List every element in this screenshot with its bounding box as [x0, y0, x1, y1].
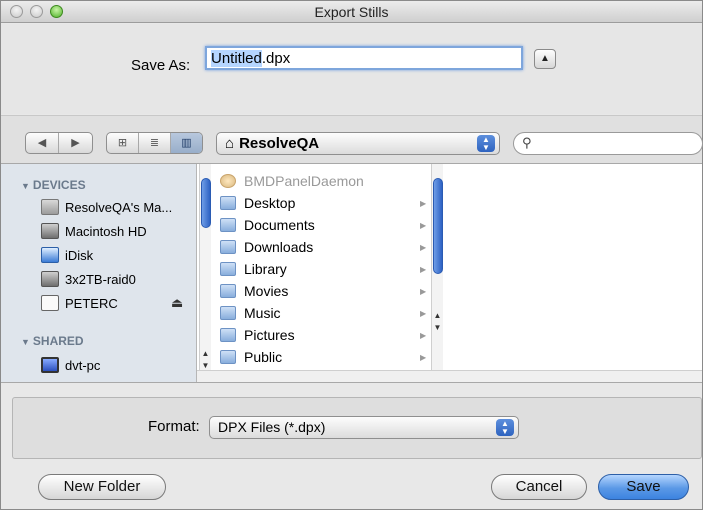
- folder-icon: [220, 218, 236, 232]
- filename-selected-text: Untitled: [211, 50, 262, 67]
- hard-drive-icon: [41, 271, 59, 287]
- scroll-up-arrow[interactable]: ▲: [432, 310, 443, 321]
- back-forward-control: ◀ ▶: [25, 132, 93, 154]
- eject-icon[interactable]: ⏏: [171, 295, 183, 311]
- scroll-up-arrow[interactable]: ▲: [200, 348, 211, 359]
- search-icon: ⚲: [522, 135, 532, 150]
- sidebar-item-idisk[interactable]: iDisk: [41, 244, 93, 266]
- save-button[interactable]: Save: [598, 474, 689, 500]
- back-button[interactable]: ◀: [26, 133, 59, 153]
- view-mode-control: ⊞ ≣ ▥: [106, 132, 203, 154]
- forward-button[interactable]: ▶: [59, 133, 92, 153]
- new-folder-button[interactable]: New Folder: [38, 474, 166, 500]
- title-bar: Export Stills: [1, 1, 702, 23]
- sidebar-item-raid[interactable]: 3x2TB-raid0: [41, 268, 136, 290]
- format-value: DPX Files (*.dpx): [218, 419, 326, 435]
- pc-icon: [41, 357, 59, 373]
- sidebar: ▼ DEVICES ResolveQA's Ma... Macintosh HD …: [1, 164, 211, 382]
- format-popup[interactable]: DPX Files (*.dpx) ▲ ▼: [209, 416, 519, 439]
- file-column-scrollbar[interactable]: ▲ ▼: [431, 164, 443, 370]
- sidebar-item-dvt-pc[interactable]: dvt-pc: [41, 354, 100, 376]
- list-item[interactable]: Desktop ▶: [220, 192, 430, 214]
- chevron-right-icon: ▶: [420, 286, 427, 296]
- file-scroll-thumb[interactable]: [433, 178, 443, 274]
- chevron-right-icon: ▶: [420, 264, 427, 274]
- sidebar-item-resolveqa[interactable]: ResolveQA's Ma...: [41, 196, 172, 218]
- folder-icon: [220, 196, 236, 210]
- sidebar-item-macintosh-hd[interactable]: Macintosh HD: [41, 220, 147, 242]
- hard-drive-icon: [41, 223, 59, 239]
- shared-header[interactable]: ▼ SHARED: [21, 334, 84, 348]
- list-item[interactable]: Documents ▶: [220, 214, 430, 236]
- filename-extension: .dpx: [261, 50, 291, 67]
- window-title: Export Stills: [314, 4, 389, 20]
- computer-icon: [41, 199, 59, 215]
- folder-icon: [220, 306, 236, 320]
- chevron-right-icon: ▶: [420, 242, 427, 252]
- sidebar-scrollbar[interactable]: ▲ ▼: [199, 164, 211, 382]
- folder-icon: [220, 328, 236, 342]
- folder-icon: [220, 240, 236, 254]
- location-popup[interactable]: ⌂ ResolveQA ▲ ▼: [216, 132, 500, 155]
- horizontal-scrollbar[interactable]: [197, 370, 702, 382]
- export-stills-dialog: Export Stills Save As: Untitled.dpx ▲ ◀ …: [0, 0, 703, 510]
- scroll-down-arrow[interactable]: ▼: [432, 322, 443, 333]
- folder-icon: [220, 262, 236, 276]
- icon-view-button[interactable]: ⊞: [107, 133, 139, 153]
- save-as-label: Save As:: [131, 57, 191, 74]
- sidebar-item-peterc[interactable]: PETERC: [41, 292, 118, 314]
- devices-header[interactable]: ▼ DEVICES: [21, 178, 86, 192]
- list-item[interactable]: BMDPanelDaemon: [220, 170, 430, 192]
- list-item[interactable]: Music ▶: [220, 302, 430, 324]
- folder-icon: [220, 284, 236, 298]
- list-item[interactable]: Downloads ▶: [220, 236, 430, 258]
- app-icon: [220, 174, 236, 188]
- idisk-icon: [41, 247, 59, 263]
- list-view-button[interactable]: ≣: [139, 133, 171, 153]
- collapse-dialog-button[interactable]: ▲: [534, 49, 556, 69]
- file-browser: ▼ DEVICES ResolveQA's Ma... Macintosh HD …: [1, 163, 702, 383]
- list-item[interactable]: Movies ▶: [220, 280, 430, 302]
- chevron-right-icon: ▶: [420, 220, 427, 230]
- file-column: BMDPanelDaemon Desktop ▶ Documents ▶ Downl…: [214, 164, 446, 382]
- home-icon: ⌂: [225, 135, 235, 152]
- filename-input[interactable]: Untitled.dpx: [205, 46, 523, 70]
- search-field[interactable]: ⚲: [513, 132, 703, 155]
- chevron-right-icon: ▶: [420, 352, 427, 362]
- chevron-right-icon: ▶: [420, 198, 427, 208]
- location-label: ResolveQA: [239, 135, 320, 152]
- folder-icon: [220, 350, 236, 364]
- chevron-updown-icon: ▲ ▼: [477, 135, 495, 152]
- external-drive-icon: [41, 295, 59, 311]
- list-item[interactable]: Library ▶: [220, 258, 430, 280]
- sidebar-scroll-thumb[interactable]: [201, 178, 211, 228]
- list-item[interactable]: Public ▶: [220, 346, 430, 368]
- cancel-button[interactable]: Cancel: [491, 474, 587, 500]
- format-label: Format:: [148, 418, 200, 435]
- list-item[interactable]: Pictures ▶: [220, 324, 430, 346]
- chevron-right-icon: ▶: [420, 308, 427, 318]
- chevron-right-icon: ▶: [420, 330, 427, 340]
- column-view-button[interactable]: ▥: [171, 133, 202, 153]
- chevron-updown-icon: ▲ ▼: [496, 419, 514, 436]
